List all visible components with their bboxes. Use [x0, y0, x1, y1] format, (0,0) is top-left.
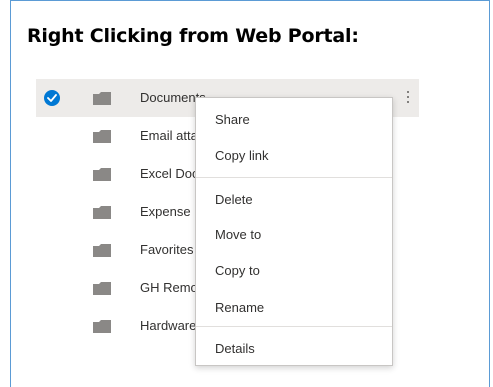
menu-item-copy-to[interactable]: Copy to: [196, 255, 392, 285]
file-name[interactable]: Excel Doc: [140, 166, 199, 181]
menu-item-details[interactable]: Details: [196, 333, 392, 363]
menu-divider: [196, 326, 392, 327]
folder-icon: [93, 130, 111, 143]
page-heading: Right Clicking from Web Portal:: [27, 25, 359, 47]
screenshot-frame: Right Clicking from Web Portal: Document…: [10, 0, 490, 387]
folder-icon: [93, 92, 111, 105]
folder-icon: [93, 244, 111, 257]
menu-item-delete[interactable]: Delete: [196, 184, 392, 214]
menu-item-label: Share: [215, 112, 250, 127]
menu-item-label: Move to: [215, 227, 262, 242]
menu-item-move-to[interactable]: Move to: [196, 219, 392, 249]
menu-item-label: Copy link: [215, 148, 269, 163]
file-name[interactable]: Hardware: [140, 318, 196, 333]
folder-icon: [93, 206, 111, 219]
folder-icon: [93, 282, 111, 295]
folder-icon: [93, 320, 111, 333]
file-name[interactable]: Favorites: [140, 242, 193, 257]
menu-item-share[interactable]: Share: [196, 104, 392, 134]
menu-divider: [196, 177, 392, 178]
menu-item-rename[interactable]: Rename: [196, 292, 392, 322]
menu-item-label: Details: [215, 341, 255, 356]
menu-item-label: Delete: [215, 192, 253, 207]
context-menu: Share Copy link Delete Move to Copy to R…: [195, 97, 393, 366]
more-options-icon[interactable]: [401, 87, 415, 107]
folder-icon: [93, 168, 111, 181]
menu-item-label: Copy to: [215, 263, 260, 278]
selected-check-icon[interactable]: [44, 90, 60, 106]
file-name[interactable]: GH Remo: [140, 280, 198, 295]
file-name[interactable]: Expense F: [140, 204, 202, 219]
menu-item-copy-link[interactable]: Copy link: [196, 140, 392, 170]
file-name[interactable]: Email atta: [140, 128, 198, 143]
menu-item-label: Rename: [215, 300, 265, 315]
